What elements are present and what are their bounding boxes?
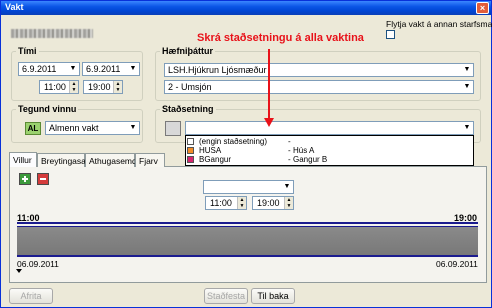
start-date-value: 6.9.2011 [22, 64, 57, 74]
panel-end-time-value: 19:00 [257, 198, 280, 208]
location-option[interactable]: BGangur - Gangur B [187, 155, 472, 164]
timeline-end-date: 06.09.2011 [436, 259, 478, 269]
competence-primary-select[interactable]: LSH.Hjúkrun Ljósmæður ▼ [164, 63, 474, 77]
window-title: Vakt [5, 2, 24, 12]
chevron-down-icon[interactable]: ▼ [67, 63, 79, 75]
plus-icon[interactable] [19, 173, 31, 185]
spinner-arrows-icon[interactable]: ▲ ▼ [113, 81, 122, 93]
timeline-bottom-line [17, 255, 478, 257]
chevron-down-icon[interactable]: ▼ [127, 63, 139, 75]
panel-start-time-spinner[interactable]: 11:00 ▲ ▼ [205, 196, 247, 210]
back-button[interactable]: Til baka [251, 288, 295, 304]
location-option-code: HUSA [199, 146, 222, 155]
location-dropdown-list: (engin staðsetning) - HUSA - Hús A BGang… [185, 135, 474, 166]
location-option-swatch [187, 147, 194, 154]
timeline-marker-icon[interactable] [16, 269, 22, 273]
end-date-value: 6.9.2011 [86, 64, 121, 74]
location-option-dash: - [288, 155, 291, 164]
location-option-dash: - [288, 137, 291, 146]
chevron-down-icon[interactable]: ▼ [281, 181, 293, 193]
work-type-badge: AL [25, 122, 41, 135]
timeline-shift-bar[interactable] [17, 226, 478, 257]
panel-end-time-spinner[interactable]: 19:00 ▲ ▼ [252, 196, 294, 210]
start-time-value: 11:00 [44, 82, 66, 92]
move-shift-label: Flytja vakt á annan starfsmann [386, 19, 492, 29]
chevron-down-icon[interactable]: ▼ [461, 122, 473, 134]
chevron-down-icon[interactable]: ▼ [461, 64, 473, 76]
time-group-legend: Tími [16, 46, 39, 56]
spinner-arrows-icon[interactable]: ▲ ▼ [69, 81, 78, 93]
end-time-spinner[interactable]: 19:00 ▲ ▼ [83, 80, 123, 94]
timeline-top-line [17, 222, 478, 224]
competence-secondary-value: 2 - Umsjón [168, 82, 212, 92]
panel-start-time-value: 11:00 [210, 198, 232, 208]
location-select[interactable]: ▼ [185, 121, 474, 135]
location-option[interactable]: HUSA - Hús A [187, 146, 472, 155]
close-icon[interactable]: × [476, 2, 489, 14]
location-option-name: Gangur B [293, 155, 328, 164]
title-bar[interactable]: Vakt × [1, 1, 491, 15]
location-option-code: (engin staðsetning) [199, 137, 268, 146]
minus-icon[interactable] [37, 173, 49, 185]
tab-villur[interactable]: Villur [9, 152, 37, 167]
location-legend: Staðsetning [160, 104, 216, 114]
start-time-spinner[interactable]: 11:00 ▲ ▼ [39, 80, 79, 94]
location-option-name: Hús A [293, 146, 315, 155]
location-option-dash: - [288, 146, 291, 155]
move-shift-option: Flytja vakt á annan starfsmann [386, 19, 492, 39]
annotation-arrow-head-icon [264, 118, 274, 127]
annotation-text: Skrá staðsetningu á alla vaktina [197, 32, 364, 44]
work-type-value: Almenn vakt [49, 123, 99, 133]
location-option[interactable]: (engin staðsetning) - [187, 137, 472, 146]
copy-button[interactable]: Afrita [9, 288, 53, 304]
shift-dialog: Vakt × Flytja vakt á annan starfsmann Tí… [0, 0, 492, 308]
timeline-start-date: 06.09.2011 [17, 259, 59, 269]
tab-fjarv[interactable]: Fjarv [135, 153, 165, 167]
tab-breytingasaga[interactable]: Breytingasaga [37, 153, 95, 167]
location-color-swatch [165, 121, 181, 136]
spinner-arrows-icon[interactable]: ▲ ▼ [284, 197, 293, 209]
location-option-code: BGangur [199, 155, 232, 164]
work-type-legend: Tegund vinnu [16, 104, 79, 114]
competence-secondary-select[interactable]: 2 - Umsjón ▼ [164, 80, 474, 94]
tab-athugasemdir[interactable]: Athugasemdir [85, 153, 141, 167]
location-option-swatch [187, 156, 194, 163]
panel-select[interactable]: ▼ [203, 180, 294, 194]
competence-primary-value: LSH.Hjúkrun Ljósmæður [168, 65, 267, 75]
chevron-down-icon[interactable]: ▼ [461, 81, 473, 93]
work-type-select[interactable]: Almenn vakt ▼ [45, 121, 140, 135]
spinner-arrows-icon[interactable]: ▲ ▼ [237, 197, 246, 209]
employee-name-redacted [11, 29, 93, 38]
competence-group-legend: Hæfniþáttur [160, 46, 215, 56]
annotation-arrow-line [268, 49, 270, 119]
move-shift-checkbox[interactable] [386, 30, 395, 39]
chevron-down-icon[interactable]: ▼ [127, 122, 139, 134]
location-option-swatch [187, 138, 194, 145]
start-date-picker[interactable]: 6.9.2011 ▼ [18, 62, 80, 76]
confirm-button[interactable]: Staðfesta [204, 288, 248, 304]
end-time-value: 19:00 [88, 82, 111, 92]
end-date-picker[interactable]: 6.9.2011 ▼ [82, 62, 140, 76]
